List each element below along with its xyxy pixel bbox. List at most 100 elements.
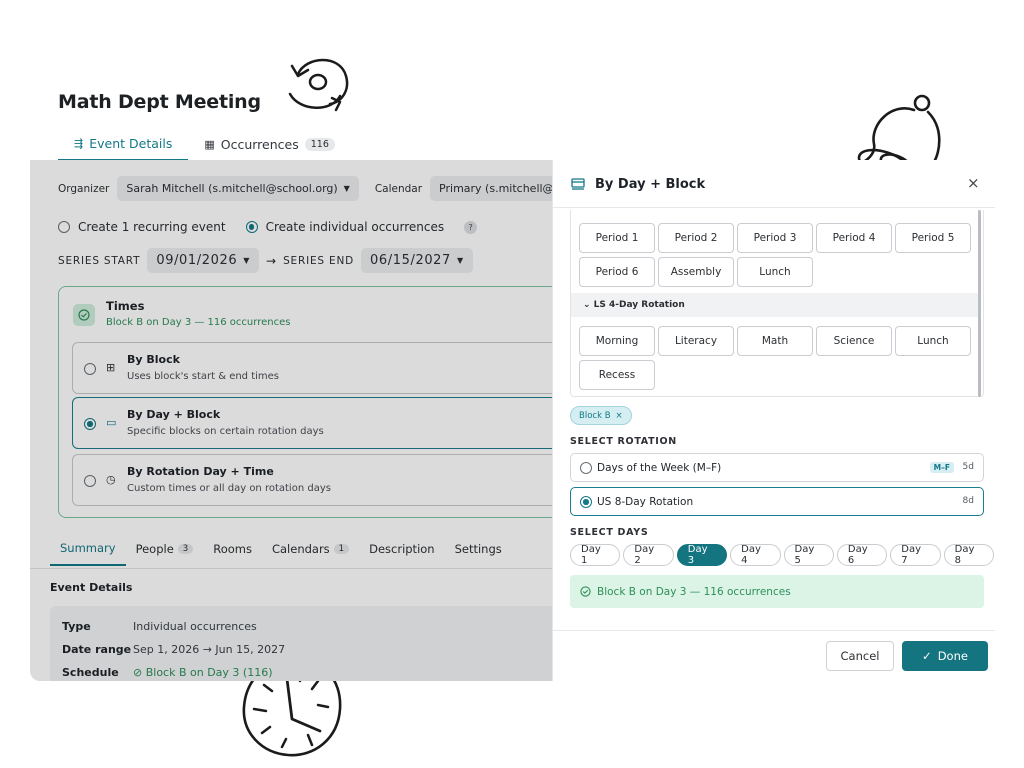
option-title: By Block [127,353,180,366]
detail-value: Sep 1, 2026 → Jun 15, 2027 [133,643,286,656]
detail-key: Schedule [62,666,119,679]
drawer-title: By Day + Block [595,177,706,192]
page-title: Math Dept Meeting [58,91,261,113]
summary-text: Block B on Day 3 — 116 occurrences [597,585,791,598]
scrollbar[interactable] [978,210,981,397]
radio-by-block[interactable] [84,363,96,375]
series-start-value: 09/01/2026 [156,253,238,268]
day-pill[interactable]: Day 8 [943,544,994,566]
option-by-rotation-day-time[interactable]: ◷ By Rotation Day + Time Custom times or… [72,454,552,506]
radio-individual[interactable] [245,221,258,233]
calendars-count-badge: 1 [333,544,350,554]
window-icon: ▭ [106,416,117,429]
block-button[interactable]: Math [737,326,813,356]
calendar-select[interactable]: Primary (s.mitchell@school [430,176,552,201]
tab-calendars[interactable]: Calendars 1 [262,532,359,566]
cancel-label: Cancel [840,649,880,663]
series-start-label: SERIES START [58,254,141,267]
block-button[interactable]: Recess [579,360,655,390]
rotation-tag: M–F [929,462,954,473]
top-tabs: ⇶ Event Details ▦ Occurrences 116 [58,127,351,161]
tab-settings[interactable]: Settings [445,532,512,566]
radio-us-8-day[interactable] [580,496,592,508]
block-button[interactable]: Period 6 [579,257,655,287]
day-pill[interactable]: Day 1 [570,544,621,566]
day-pill[interactable]: Day 7 [890,544,941,566]
check-icon: ✓ [922,649,932,663]
block-button[interactable]: Period 2 [658,223,734,253]
series-end-label: SERIES END [283,254,354,267]
check-circle-icon [580,586,591,597]
calendar-value: Primary (s.mitchell@school [439,182,552,195]
rotation-length: 8d [962,496,974,506]
series-start-select[interactable]: 09/01/2026 ▼ [147,248,260,273]
radio-by-day-block[interactable] [84,418,96,430]
option-by-block[interactable]: ⊞ By Block Uses block's start & end time… [72,342,552,394]
block-button[interactable]: Lunch [737,257,813,287]
day-pill[interactable]: Day 4 [730,544,781,566]
blocks-list: Period 1 Period 2 Period 3 Period 4 Peri… [570,210,984,397]
block-button[interactable]: Morning [579,326,655,356]
radio-by-rotation-day-time[interactable] [84,475,96,487]
tab-summary[interactable]: Summary [50,532,126,566]
arrow-right-icon: → [266,253,277,268]
organizer-label: Organizer [58,182,110,195]
event-details-heading: Event Details [30,568,552,604]
option-title: By Rotation Day + Time [127,465,274,478]
mode-option-label: Create individual occurrences [265,220,445,234]
refresh-icon [288,58,349,112]
window-icon [571,178,585,190]
tab-label: Occurrences [220,136,299,152]
day-pill[interactable]: Day 6 [836,544,888,566]
detail-row: Schedule ⊘ Block B on Day 3 (116) [62,661,548,681]
block-button[interactable]: Lunch [895,326,971,356]
organizer-select[interactable]: Sarah Mitchell (s.mitchell@school.org) ▼ [117,176,359,201]
rotation-length: 5d [962,462,974,472]
tab-label: Calendars [271,542,330,556]
series-end-value: 06/15/2027 [370,253,451,268]
tab-event-details[interactable]: ⇶ Event Details [58,127,189,161]
event-form-panel: Organizer Sarah Mitchell (s.mitchell@sch… [30,160,552,681]
block-button[interactable]: Period 1 [579,223,655,253]
block-button[interactable]: Literacy [658,326,734,356]
chip-remove-icon[interactable]: × [616,411,623,421]
drawer-header: By Day + Block × [553,160,995,208]
close-icon[interactable]: × [967,174,980,192]
organizer-row: Organizer Sarah Mitchell (s.mitchell@sch… [58,176,552,201]
option-title: By Day + Block [127,408,221,421]
block-button[interactable]: Period 4 [816,223,892,253]
calendar-icon: ▦ [204,137,215,151]
drawer-footer: Cancel ✓ Done [553,630,995,681]
radio-weekdays[interactable] [580,462,592,474]
series-end-select[interactable]: 06/15/2027 ▼ [361,248,473,273]
option-desc: Specific blocks on certain rotation days [127,426,324,437]
tab-occurrences[interactable]: ▦ Occurrences 116 [188,127,351,161]
block-button[interactable]: Period 5 [895,223,971,253]
done-button[interactable]: ✓ Done [902,641,988,671]
block-button[interactable]: Assembly [658,257,734,287]
help-icon[interactable]: ? [464,220,478,234]
tab-rooms[interactable]: Rooms [203,532,262,566]
rotation-option-weekdays[interactable]: Days of the Week (M–F) M–F 5d [570,453,984,482]
tab-label: Rooms [213,542,252,556]
option-by-day-block[interactable]: ▭ By Day + Block Specific blocks on cert… [72,397,552,449]
day-pill[interactable]: Day 5 [783,544,834,566]
day-pill[interactable]: Day 2 [623,544,674,566]
sliders-icon: ⇶ [74,136,84,150]
detail-key: Type [62,620,91,633]
option-desc: Custom times or all day on rotation days [127,483,331,494]
tab-description[interactable]: Description [359,532,445,566]
block-button[interactable]: Period 3 [737,223,813,253]
summary-banner: Block B on Day 3 — 116 occurrences [570,575,984,608]
day-pill-selected[interactable]: Day 3 [676,544,728,566]
calendar-label: Calendar [374,182,423,195]
occurrences-count-badge: 116 [304,137,335,151]
rotation-option-us-8-day[interactable]: US 8-Day Rotation 8d [570,487,984,516]
detail-key: Date range [62,643,132,656]
tab-people[interactable]: People 3 [126,532,204,566]
block-button[interactable]: Science [816,326,892,356]
cancel-button[interactable]: Cancel [826,641,894,671]
group-header-ls-4-day[interactable]: ⌄ LS 4-Day Rotation [571,293,981,317]
caret-down-icon: ▼ [343,184,350,193]
radio-recurring[interactable] [58,221,70,233]
